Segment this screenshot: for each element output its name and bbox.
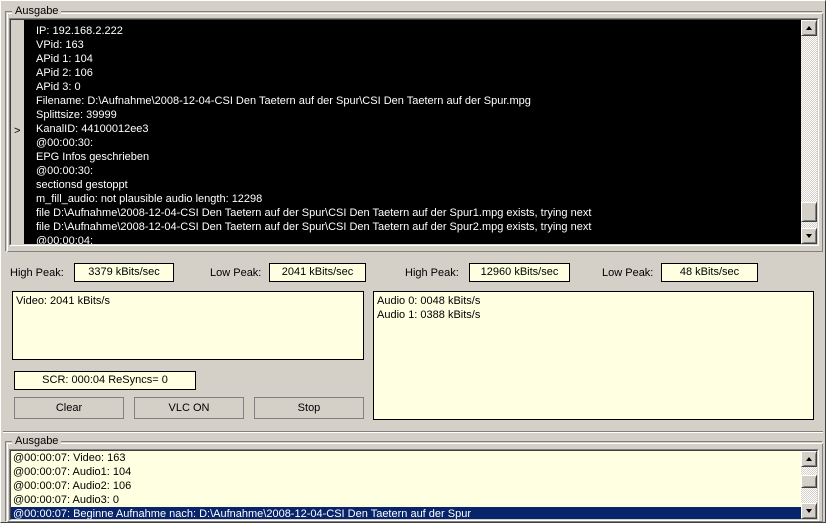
console-line: @00:00:30:: [36, 165, 94, 177]
application-window: Ausgabe > IP: 192.168.2.222 VPid: 163 APid…: [0, 0, 826, 523]
console-line: APid 1: 104: [36, 53, 93, 65]
console-line: IP: 192.168.2.222: [36, 25, 123, 37]
scrollbar-track[interactable]: [801, 36, 817, 228]
arrow-down-icon: [806, 509, 812, 513]
list-item[interactable]: @00:00:07: Beginne Aufnahme nach: D:\Auf…: [11, 507, 817, 519]
console-vertical-scrollbar[interactable]: [801, 20, 817, 244]
audio-info-line: Audio 0: 0048 kBits/s: [377, 295, 481, 307]
scroll-up-button[interactable]: [801, 20, 817, 36]
console-line: EPG Infos geschrieben: [36, 151, 150, 163]
console-line: APid 3: 0: [36, 81, 81, 93]
video-low-peak-label: Low Peak:: [210, 267, 262, 279]
bottom-groupbox-title: Ausgabe: [12, 434, 62, 448]
console-line: sectionsd gestoppt: [36, 179, 128, 191]
audio-low-peak-label: Low Peak:: [602, 267, 654, 279]
bottom-scroll-down-button[interactable]: [801, 503, 817, 519]
console-line: Filename: D:\Aufnahme\2008-12-04-CSI Den…: [36, 95, 531, 107]
stop-button[interactable]: Stop: [254, 397, 364, 419]
clear-button[interactable]: Clear: [14, 397, 124, 419]
caret-marker-icon: >: [14, 125, 21, 137]
console-line: APid 2: 106: [36, 67, 93, 79]
audio-high-peak-label: High Peak:: [405, 267, 459, 279]
audio-high-peak-value: 12960 kBits/sec: [469, 263, 570, 282]
bottom-output-list[interactable]: @00:00:07: Video: 163 @00:00:07: Audio1: …: [9, 449, 819, 521]
bottom-scroll-up-button[interactable]: [801, 451, 817, 467]
console-line: file D:\Aufnahme\2008-12-04-CSI Den Taet…: [36, 207, 592, 219]
output-groupbox-title: Ausgabe: [12, 4, 62, 18]
video-high-peak-label: High Peak:: [10, 267, 64, 279]
bottom-vertical-scrollbar[interactable]: [801, 451, 817, 519]
arrow-up-icon: [806, 457, 812, 461]
arrow-up-icon: [806, 26, 812, 30]
list-item[interactable]: @00:00:07: Audio2: 106: [11, 479, 817, 493]
console-line: KanalID: 44100012ee3: [36, 123, 149, 135]
list-item[interactable]: @00:00:07: Audio3: 0: [11, 493, 817, 507]
console-line: Splittsize: 39999: [36, 109, 117, 121]
console-output-panel[interactable]: > IP: 192.168.2.222 VPid: 163 APid 1: 104 A…: [9, 18, 819, 246]
audio-info-lines: Audio 0: 0048 kBits/s Audio 1: 0388 kBits…: [377, 294, 813, 322]
console-line: m_fill_audio: not plausible audio length…: [36, 193, 263, 205]
video-info-line: Video: 2041 kBits/s: [16, 295, 110, 307]
audio-low-peak-value: 48 kBits/sec: [661, 263, 758, 282]
console-line: file D:\Aufnahme\2008-12-04-CSI Den Taet…: [36, 221, 592, 233]
bottom-list-rows[interactable]: @00:00:07: Video: 163 @00:00:07: Audio1: …: [11, 451, 817, 519]
bottom-scrollbar-thumb[interactable]: [801, 475, 817, 488]
video-info-lines: Video: 2041 kBits/s: [16, 294, 363, 308]
arrow-down-icon: [806, 234, 812, 238]
panel-divider: [3, 431, 823, 433]
scroll-down-button[interactable]: [801, 228, 817, 244]
console-lines: IP: 192.168.2.222 VPid: 163 APid 1: 104 APi…: [36, 24, 815, 244]
video-info-panel: Video: 2041 kBits/s: [12, 291, 364, 360]
audio-info-line: Audio 1: 0388 kBits/s: [377, 309, 481, 321]
audio-info-panel: Audio 0: 0048 kBits/s Audio 1: 0388 kBits…: [373, 291, 814, 420]
vlc-toggle-button[interactable]: VLC ON: [134, 397, 244, 419]
video-high-peak-value: 3379 kBits/sec: [74, 263, 174, 282]
console-text-area[interactable]: > IP: 192.168.2.222 VPid: 163 APid 1: 104 A…: [11, 20, 817, 244]
console-line: @00:00:04:: [36, 235, 94, 244]
list-item[interactable]: @00:00:07: Video: 163: [11, 451, 817, 465]
video-low-peak-value: 2041 kBits/sec: [269, 263, 366, 282]
list-item[interactable]: @00:00:07: Audio1: 104: [11, 465, 817, 479]
scrollbar-thumb[interactable]: [801, 202, 817, 222]
console-line: @00:00:30:: [36, 137, 94, 149]
scr-status-field: SCR: 000:04 ReSyncs= 0: [14, 371, 196, 390]
console-line: VPid: 163: [36, 39, 84, 51]
console-gutter: >: [11, 20, 25, 244]
